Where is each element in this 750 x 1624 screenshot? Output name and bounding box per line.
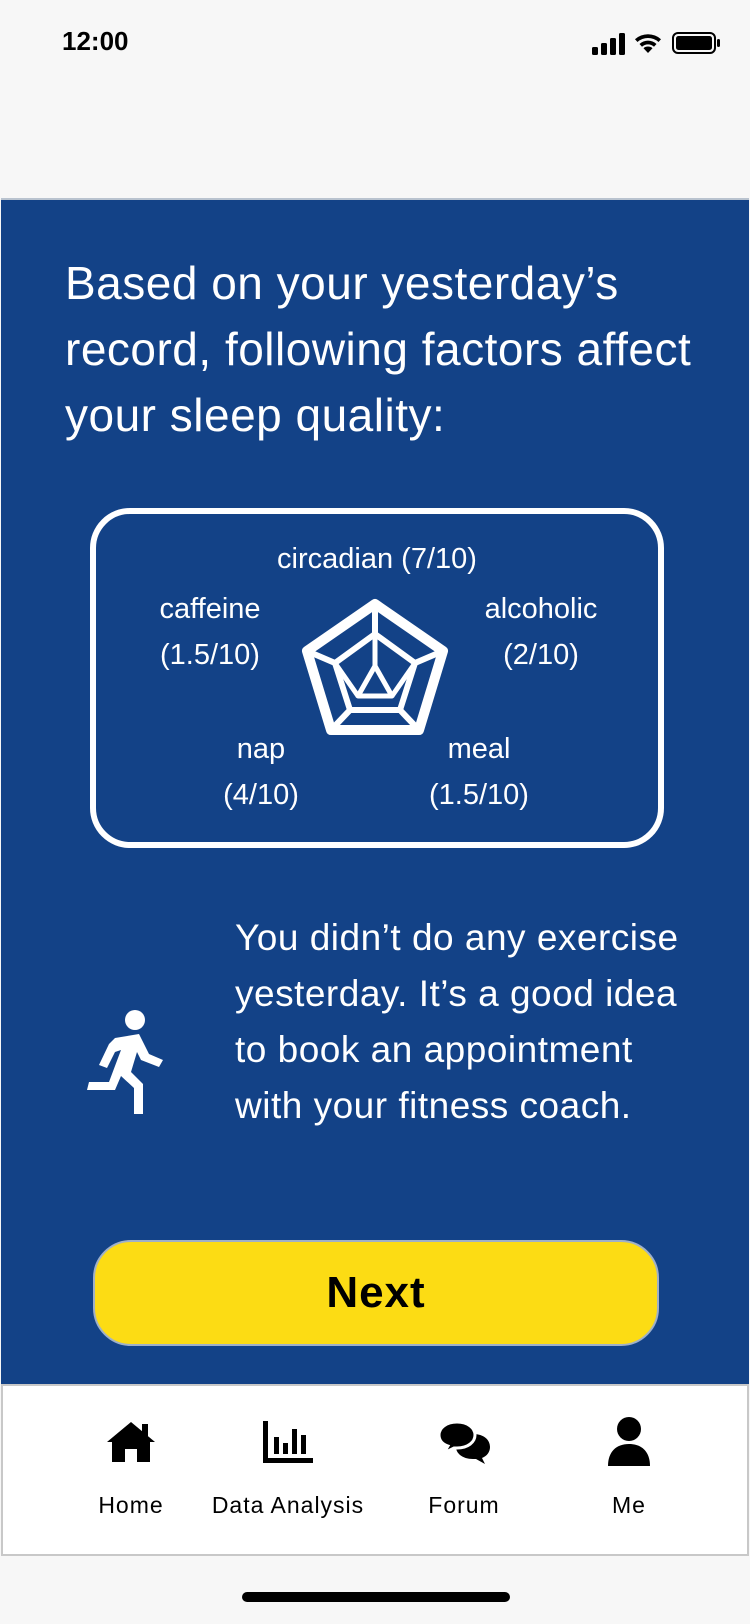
battery-icon	[672, 32, 720, 54]
home-indicator[interactable]	[242, 1592, 510, 1602]
home-icon	[46, 1414, 216, 1470]
tab-home[interactable]: Home	[46, 1414, 216, 1534]
factor-circadian-name: circadian	[277, 543, 394, 575]
wifi-icon	[635, 34, 661, 53]
bar-chart-icon	[193, 1414, 383, 1470]
factor-circadian-label: circadian (7/10)	[96, 536, 658, 582]
radar-chart-icon	[302, 599, 448, 735]
factor-caffeine: caffeine (1.5/10)	[140, 586, 280, 678]
sleep-factors-headline: Based on your yesterday’s record, follow…	[65, 257, 692, 441]
exercise-message: You didn’t do any exercise yesterday. It…	[235, 917, 679, 1126]
factor-alcoholic-name: alcoholic	[484, 593, 598, 625]
factor-nap-score: (4/10)	[223, 779, 299, 811]
tab-bar: Home Data Analysis Forum Me	[1, 1384, 749, 1556]
factor-circadian: circadian (7/10)	[96, 536, 658, 582]
next-button[interactable]: Next	[93, 1240, 659, 1346]
factor-alcoholic-score: (2/10)	[503, 639, 579, 671]
tab-data-analysis[interactable]: Data Analysis	[193, 1414, 383, 1534]
factor-caffeine-score: (1.5/10)	[160, 639, 260, 671]
cellular-signal-icon	[592, 33, 625, 55]
status-icons	[592, 30, 722, 60]
tab-me[interactable]: Me	[544, 1414, 714, 1534]
factor-alcoholic: alcoholic (2/10)	[466, 586, 616, 678]
tab-data-analysis-label: Data Analysis	[211, 1492, 365, 1518]
tab-forum-label: Forum	[428, 1492, 500, 1518]
factor-caffeine-name: caffeine	[159, 593, 261, 625]
exercise-recommendation: You didn’t do any exercise yesterday. It…	[1, 910, 749, 1200]
factor-circadian-score: (7/10)	[401, 543, 477, 575]
running-person-icon	[87, 1010, 163, 1114]
sleep-factors-panel: Based on your yesterday’s record, follow…	[1, 198, 749, 1384]
tab-home-label: Home	[98, 1492, 164, 1518]
sleep-factor-card: circadian (7/10) caffeine (1.5/10) alcoh…	[90, 508, 664, 848]
status-time: 12:00	[62, 26, 129, 56]
tab-forum[interactable]: Forum	[379, 1414, 549, 1534]
chat-bubbles-icon	[379, 1414, 549, 1470]
factor-meal-score: (1.5/10)	[429, 779, 529, 811]
user-icon	[544, 1414, 714, 1470]
status-bar: 12:00	[0, 0, 750, 90]
tab-me-label: Me	[612, 1492, 646, 1518]
